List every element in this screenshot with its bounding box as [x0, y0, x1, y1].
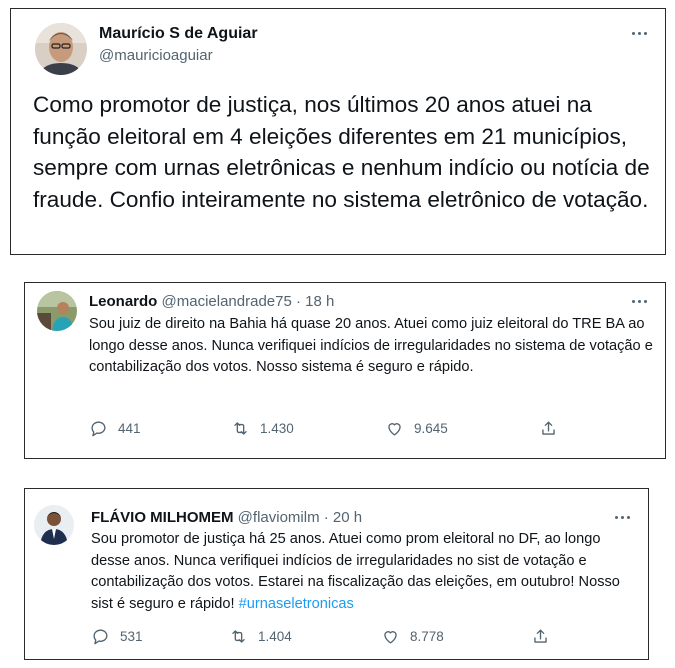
hashtag-link[interactable]: #urnaseletronicas [239, 596, 354, 612]
retweet-button[interactable]: 1.430 [231, 419, 294, 438]
more-horizontal-icon[interactable] [632, 32, 647, 35]
heart-icon [384, 631, 397, 644]
retweet-icon [234, 422, 247, 435]
tweet-body: Sou promotor de justiça há 25 anos. Atue… [91, 531, 620, 612]
action-bar: 531 1.404 8.778 [91, 627, 561, 649]
reply-icon [93, 629, 108, 645]
avatar[interactable] [37, 291, 77, 331]
reply-count: 531 [120, 629, 143, 644]
reply-button[interactable]: 531 [91, 627, 143, 646]
timestamp[interactable]: 20 h [333, 509, 362, 526]
user-handle[interactable]: @flaviomilm [238, 509, 320, 526]
action-bar: 441 1.430 9.645 [89, 419, 569, 441]
like-button[interactable]: 8.778 [381, 627, 444, 646]
tweet-card-mauricio[interactable]: Maurício S de Aguiar @mauricioaguiar Com… [10, 8, 666, 255]
display-name[interactable]: Maurício S de Aguiar [99, 25, 258, 43]
reply-button[interactable]: 441 [89, 419, 141, 438]
tweet-header: Leonardo @macielandrade75 · 18 h [89, 293, 334, 310]
share-button[interactable] [531, 627, 550, 646]
retweet-icon [232, 630, 245, 643]
like-count: 8.778 [410, 629, 444, 644]
share-button[interactable] [539, 419, 558, 438]
tweet-text: Como promotor de justiça, nos últimos 20… [33, 92, 650, 212]
tweet-card-flavio[interactable]: FLÁVIO MILHOMEM @flaviomilm · 20 h Sou p… [24, 488, 649, 660]
retweet-count: 1.404 [258, 629, 292, 644]
reply-count: 441 [118, 421, 141, 436]
tweet-header: FLÁVIO MILHOMEM @flaviomilm · 20 h [91, 509, 362, 526]
avatar[interactable] [35, 23, 87, 75]
like-button[interactable]: 9.645 [385, 419, 448, 438]
retweet-count: 1.430 [260, 421, 294, 436]
separator-dot: · [296, 293, 301, 310]
tweet-text: Sou juiz de direito na Bahia há quase 20… [89, 316, 653, 375]
display-name[interactable]: FLÁVIO MILHOMEM [91, 509, 234, 526]
tweet-card-leonardo[interactable]: Leonardo @macielandrade75 · 18 h Sou jui… [24, 282, 666, 459]
user-handle[interactable]: @mauricioaguiar [99, 47, 213, 64]
tweet-text: Sou promotor de justiça há 25 anos. Atue… [91, 529, 636, 615]
like-count: 9.645 [414, 421, 448, 436]
more-horizontal-icon[interactable] [615, 516, 630, 519]
share-icon [534, 629, 547, 643]
share-icon [542, 421, 555, 435]
reply-icon [91, 421, 106, 437]
timestamp[interactable]: 18 h [305, 293, 334, 310]
more-horizontal-icon[interactable] [632, 300, 647, 303]
avatar[interactable] [34, 505, 74, 545]
heart-icon [388, 423, 401, 436]
separator-dot: · [323, 509, 329, 526]
retweet-button[interactable]: 1.404 [229, 627, 292, 646]
user-handle[interactable]: @macielandrade75 [162, 293, 292, 310]
display-name[interactable]: Leonardo [89, 293, 157, 310]
